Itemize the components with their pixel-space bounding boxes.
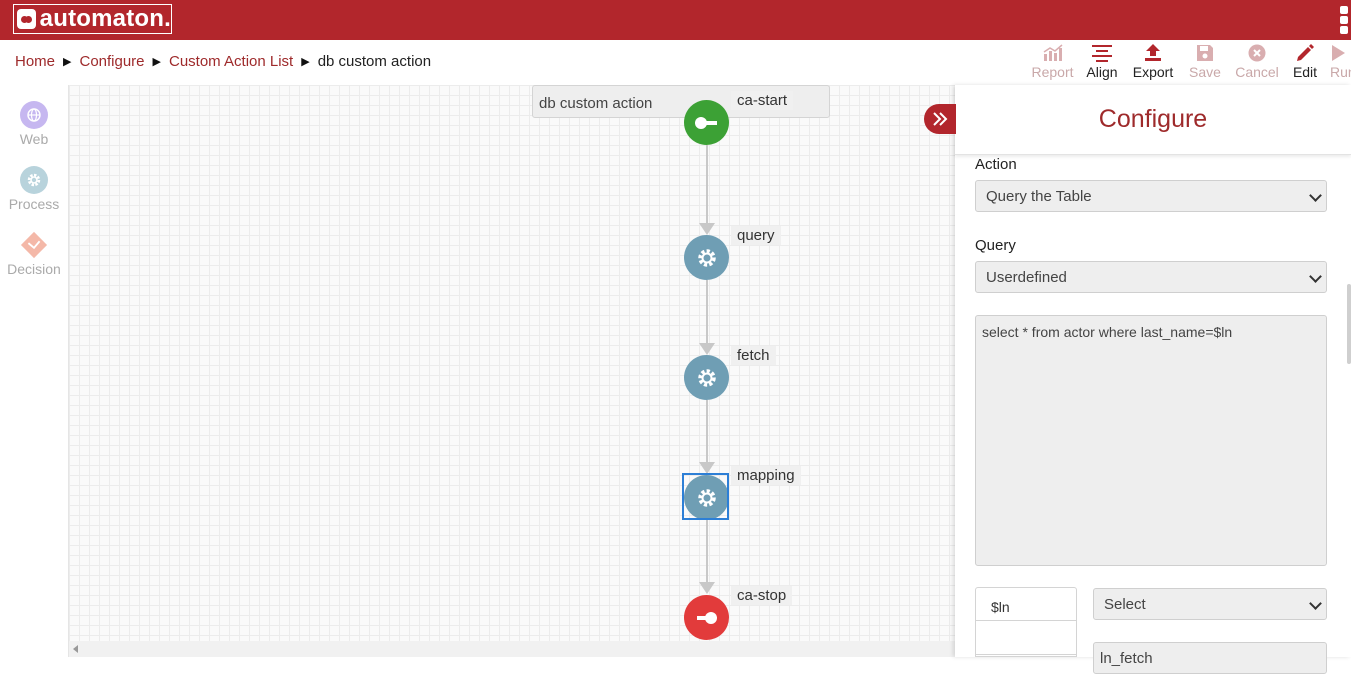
decision-diamond-icon — [20, 231, 48, 259]
breadcrumb-separator-icon: ▶ — [152, 56, 161, 68]
play-icon — [1330, 42, 1346, 64]
selection-box — [682, 473, 729, 520]
node-label-ca-start: ca-start — [731, 91, 794, 110]
node-label-mapping: mapping — [731, 466, 801, 485]
toolbar: Report Align Export Save Cancel Edit Ru — [1027, 42, 1351, 82]
node-query[interactable] — [684, 235, 729, 280]
gear-icon — [697, 368, 716, 387]
gear-icon — [697, 248, 716, 267]
align-button[interactable]: Align — [1078, 42, 1126, 82]
node-palette: Web Process Decision — [0, 85, 69, 657]
node-fetch[interactable] — [684, 355, 729, 400]
palette-decision[interactable]: Decision — [0, 231, 68, 277]
action-select[interactable]: Query the Table — [975, 180, 1327, 212]
node-label-fetch: fetch — [731, 346, 776, 365]
gear-icon — [20, 166, 48, 194]
param-list: $ln — [975, 587, 1077, 657]
double-chevron-right-icon — [933, 112, 948, 126]
run-label: Run — [1330, 64, 1351, 80]
arrowhead-icon — [699, 582, 715, 594]
edge-mapping-stop — [706, 520, 708, 582]
report-button[interactable]: Report — [1027, 42, 1078, 82]
breadcrumb-current: db custom action — [317, 53, 432, 70]
export-label: Export — [1132, 64, 1174, 80]
panel-header: Configure — [955, 85, 1351, 155]
edge-start-query — [706, 145, 708, 223]
query-textarea[interactable]: select * from actor where last_name=$ln — [975, 315, 1327, 566]
node-ca-start[interactable] — [684, 100, 729, 145]
more-menu-icon[interactable] — [1339, 6, 1349, 34]
breadcrumb-configure[interactable]: Configure — [79, 53, 144, 70]
stop-icon — [696, 611, 717, 624]
param-select-value: Select — [1104, 596, 1146, 613]
palette-web[interactable]: Web — [0, 101, 68, 147]
app-logo[interactable]: automaton. — [13, 4, 172, 34]
start-icon — [694, 116, 717, 129]
globe-icon — [20, 101, 48, 129]
export-button[interactable]: Export — [1126, 42, 1180, 82]
floppy-disk-icon — [1196, 42, 1214, 64]
edit-label: Edit — [1292, 64, 1318, 80]
save-button[interactable]: Save — [1180, 42, 1230, 82]
save-label: Save — [1189, 64, 1221, 80]
panel-title: Configure — [1098, 105, 1208, 133]
node-label-query: query — [731, 226, 781, 245]
edit-button[interactable]: Edit — [1284, 42, 1326, 82]
palette-decision-label: Decision — [7, 261, 61, 277]
horizontal-scrollbar[interactable] — [69, 641, 955, 657]
palette-process-label: Process — [8, 196, 60, 212]
align-label: Align — [1086, 64, 1118, 80]
top-bar: automaton. — [0, 0, 1351, 40]
palette-process[interactable]: Process — [0, 166, 68, 212]
breadcrumb-separator-icon: ▶ — [301, 56, 310, 68]
arrowhead-icon — [699, 343, 715, 355]
vertical-scrollbar[interactable] — [1347, 284, 1351, 364]
scroll-left-icon[interactable] — [73, 645, 78, 653]
edge-fetch-mapping — [706, 400, 708, 462]
robot-icon — [17, 9, 36, 29]
chevron-down-icon — [1309, 270, 1322, 283]
action-select-value: Query the Table — [986, 188, 1092, 205]
param-name: $ln — [976, 588, 1076, 621]
run-button[interactable]: Run — [1326, 42, 1351, 82]
collapse-panel-button[interactable] — [924, 104, 956, 134]
logo-text: automaton. — [39, 5, 171, 32]
query-label: Query — [975, 237, 1016, 254]
flow-canvas[interactable] — [69, 85, 955, 641]
cancel-label: Cancel — [1235, 64, 1279, 80]
breadcrumb-home[interactable]: Home — [15, 53, 55, 70]
node-ca-stop[interactable] — [684, 595, 729, 640]
param-select[interactable]: Select — [1093, 588, 1327, 620]
report-label: Report — [1031, 64, 1074, 80]
breadcrumb-separator-icon: ▶ — [63, 56, 72, 68]
query-select-value: Userdefined — [986, 269, 1067, 286]
param-value-field[interactable]: ln_fetch — [1093, 642, 1327, 674]
action-label: Action — [975, 156, 1017, 173]
node-label-ca-stop: ca-stop — [731, 586, 793, 605]
upload-icon — [1144, 42, 1162, 64]
param-empty-row — [976, 621, 1076, 655]
align-center-icon — [1091, 42, 1113, 64]
pencil-icon — [1296, 42, 1314, 64]
close-circle-icon — [1248, 42, 1266, 64]
chart-icon — [1042, 42, 1064, 64]
chevron-down-icon — [1309, 189, 1322, 202]
breadcrumb: Home ▶ Configure ▶ Custom Action List ▶ … — [15, 53, 431, 70]
arrowhead-icon — [699, 223, 715, 235]
chevron-down-icon — [1309, 597, 1322, 610]
edge-query-fetch — [706, 280, 708, 343]
query-select[interactable]: Userdefined — [975, 261, 1327, 293]
breadcrumb-custom-action-list[interactable]: Custom Action List — [169, 53, 293, 70]
palette-web-label: Web — [19, 131, 49, 147]
cancel-button[interactable]: Cancel — [1230, 42, 1284, 82]
